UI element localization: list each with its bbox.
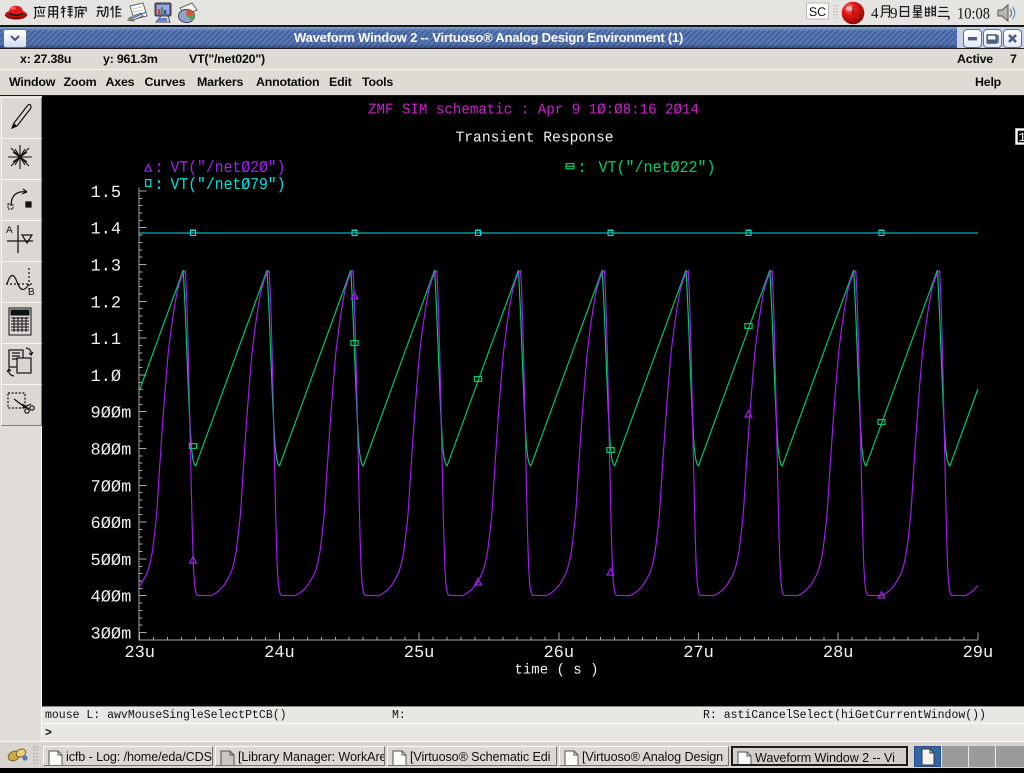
svg-text:27u: 27u [683,644,714,663]
svg-text:1.3: 1.3 [91,258,122,277]
svg-text:ZMF SIM schematic : Apr 9 1Ø:: ZMF SIM schematic : Apr 9 1Ø:Ø8:16 2Ø14 [368,102,699,119]
svg-text:25u: 25u [404,644,435,663]
svg-text:VT("/netØ79"): VT("/netØ79") [171,175,286,194]
svg-text:8ØØm: 8ØØm [91,442,132,461]
svg-text:1.2: 1.2 [91,294,122,313]
svg-text:9ØØm: 9ØØm [91,405,132,424]
svg-text:5ØØm: 5ØØm [91,552,132,571]
svg-text:1.1: 1.1 [91,331,122,350]
svg-text:3ØØm: 3ØØm [91,626,132,645]
svg-text:A: A [6,225,13,236]
svg-text:26u: 26u [543,644,574,663]
svg-text:9: 9 [890,6,898,22]
svg-text:28u: 28u [823,644,854,663]
svg-text:time ( s ): time ( s ) [515,663,599,679]
svg-text:,: , [947,6,951,22]
svg-text::: : [154,175,164,194]
svg-text:1.Ø: 1.Ø [91,368,122,387]
svg-text:4ØØm: 4ØØm [91,589,132,608]
svg-text:24u: 24u [264,644,295,663]
svg-text:Transient Response: Transient Response [456,130,614,147]
svg-text:VT("/netØ22"): VT("/netØ22") [599,158,716,177]
svg-text:B: B [28,287,35,298]
svg-text:7ØØm: 7ØØm [91,478,132,497]
svg-text:6ØØm: 6ØØm [91,515,132,534]
svg-text:29u: 29u [963,644,994,663]
svg-text:1: 1 [1019,131,1024,145]
svg-text:1.5: 1.5 [91,184,122,203]
svg-text:SC: SC [809,5,826,19]
svg-text:4: 4 [871,6,879,22]
svg-text::: : [577,158,587,177]
svg-text:23u: 23u [124,644,155,663]
svg-text:10:08: 10:08 [957,6,990,23]
svg-text:1.4: 1.4 [91,221,122,240]
